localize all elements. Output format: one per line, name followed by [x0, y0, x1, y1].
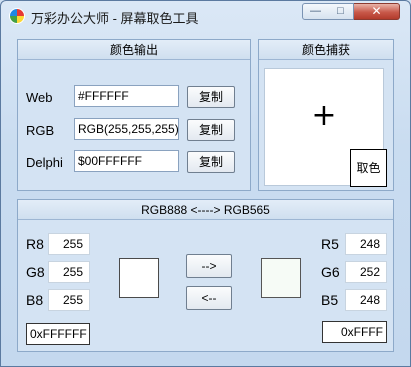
rgb565-hex-field[interactable]: 0xFFFF: [322, 321, 387, 343]
delphi-label: Delphi: [26, 155, 63, 170]
r5-field[interactable]: 248: [345, 233, 387, 255]
capture-preview-area[interactable]: + 取色: [264, 68, 387, 187]
copy-web-button[interactable]: 复制: [187, 86, 235, 108]
color-capture-title: 颜色捕获: [259, 40, 393, 60]
b8-label: B8: [26, 292, 44, 308]
convert-to-888-button[interactable]: <--: [186, 286, 232, 310]
rgb888-color-swatch: [119, 258, 159, 298]
app-logo-icon: [9, 8, 25, 24]
title-bar[interactable]: 万彩办公大师 - 屏幕取色工具 — □ ✕: [1, 1, 410, 31]
app-window: 万彩办公大师 - 屏幕取色工具 — □ ✕ 颜色输出 Web #FFFFFF 复…: [0, 0, 411, 367]
web-label: Web: [26, 90, 53, 105]
g8-field[interactable]: 255: [48, 261, 90, 283]
color-output-panel: 颜色输出 Web #FFFFFF 复制 RGB RGB(255,255,255)…: [17, 39, 251, 191]
pick-color-button[interactable]: 取色: [350, 149, 387, 187]
b5-field[interactable]: 248: [345, 289, 387, 311]
copy-rgb-button[interactable]: 复制: [187, 119, 235, 141]
maximize-button[interactable]: □: [328, 3, 354, 20]
maximize-icon: □: [337, 5, 344, 17]
minimize-icon: —: [310, 5, 321, 17]
g6-label: G6: [321, 264, 340, 280]
rgb-value-field[interactable]: RGB(255,255,255): [74, 118, 179, 140]
r8-label: R8: [26, 236, 44, 252]
rgb-converter-panel: RGB888 <----> RGB565 R8 255 G8 255 B8 25…: [17, 199, 394, 352]
rgb-label: RGB: [26, 123, 55, 138]
g6-field[interactable]: 252: [345, 261, 387, 283]
close-button[interactable]: ✕: [354, 3, 400, 20]
minimize-button[interactable]: —: [302, 3, 329, 20]
b5-label: B5: [321, 292, 339, 308]
color-capture-panel: 颜色捕获 + 取色: [258, 39, 394, 191]
rgb888-hex-field[interactable]: 0xFFFFFF: [26, 323, 90, 345]
rgb565-color-swatch: [261, 258, 301, 298]
converter-title: RGB888 <----> RGB565: [18, 200, 393, 220]
g8-label: G8: [26, 264, 45, 280]
close-icon: ✕: [371, 4, 382, 18]
window-title: 万彩办公大师 - 屏幕取色工具: [31, 11, 199, 26]
r8-field[interactable]: 255: [48, 233, 90, 255]
convert-to-565-button[interactable]: -->: [186, 254, 232, 278]
r5-label: R5: [321, 236, 339, 252]
web-value-field[interactable]: #FFFFFF: [74, 85, 179, 107]
b8-field[interactable]: 255: [48, 289, 90, 311]
delphi-value-field[interactable]: $00FFFFFF: [74, 150, 179, 172]
crosshair-icon: +: [311, 98, 337, 133]
color-output-title: 颜色输出: [18, 40, 250, 60]
client-area: 颜色输出 Web #FFFFFF 复制 RGB RGB(255,255,255)…: [9, 31, 402, 360]
copy-delphi-button[interactable]: 复制: [187, 151, 235, 173]
